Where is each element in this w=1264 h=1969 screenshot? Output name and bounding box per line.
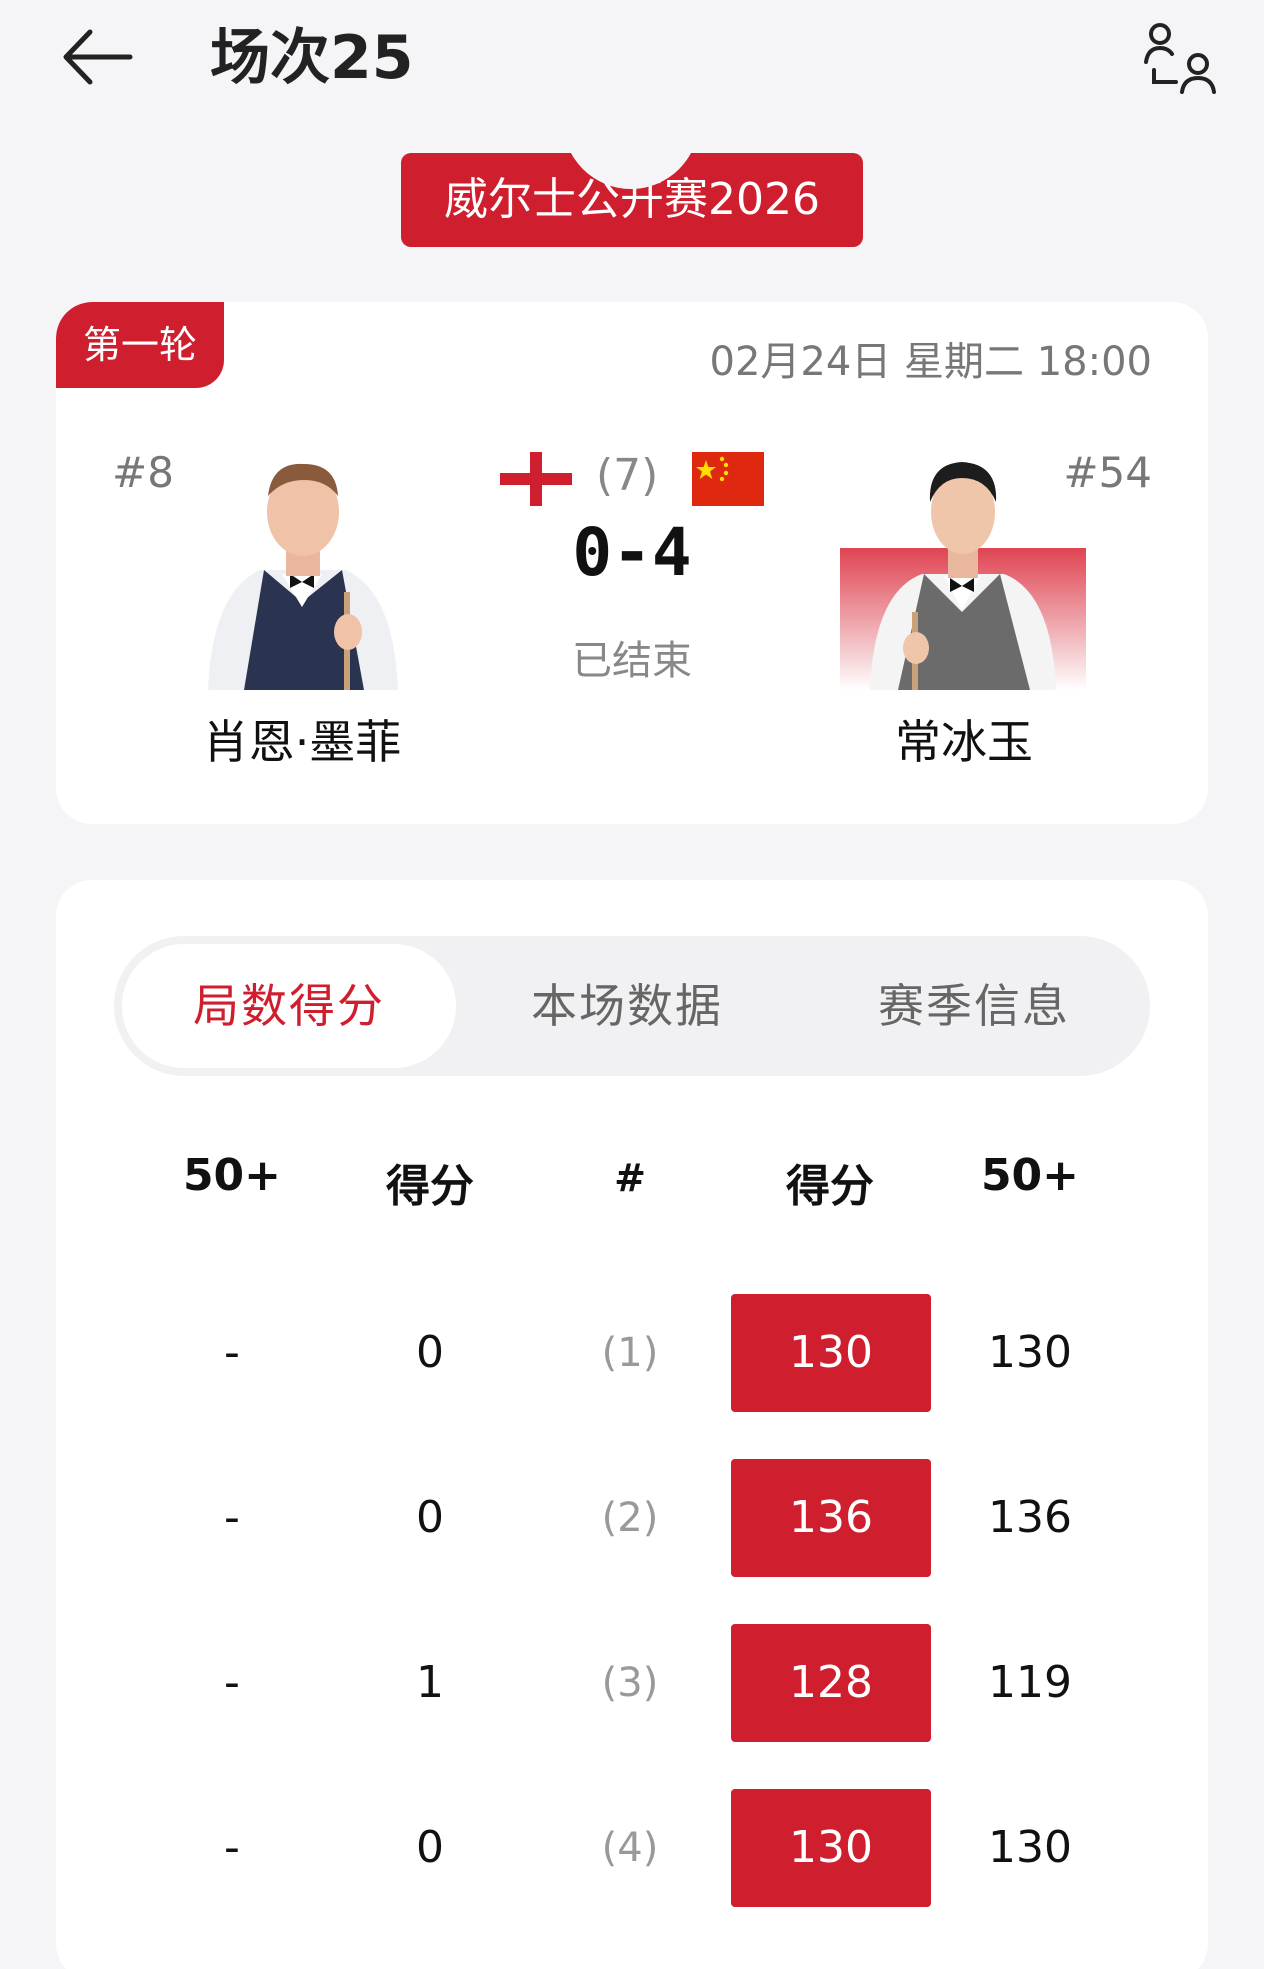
match-status: 已结束 (572, 638, 692, 684)
player-avatar-illustration (870, 462, 1056, 690)
left-50plus-cell: - (224, 1657, 240, 1708)
column-header-frame: # (614, 1156, 646, 1200)
left-score-cell: 0 (416, 1327, 444, 1378)
right-score-cell: 128 (731, 1624, 931, 1742)
back-button[interactable] (58, 22, 138, 92)
right-score-cell: 130 (731, 1789, 931, 1907)
seed-number: (7) (596, 450, 659, 501)
frame-number-cell: (3) (601, 1660, 659, 1706)
arrow-left-icon (63, 29, 133, 85)
right-50plus-cell: 130 (988, 1327, 1072, 1378)
match-card[interactable]: 第一轮 02月24日 星期二 18:00 #8 #54 肖恩·墨菲 常冰玉 (7… (56, 302, 1208, 824)
left-score-cell: 0 (416, 1822, 444, 1873)
right-score-cell: 136 (731, 1459, 931, 1577)
table-row[interactable]: - 0 (1) 130 130 (56, 1294, 1208, 1412)
stats-card: 局数得分 本场数据 赛季信息 50+ 得分 # 得分 50+ - 0 (1) 1… (56, 880, 1208, 1969)
left-player-photo[interactable] (198, 442, 408, 690)
column-header-right-score: 得分 (786, 1161, 874, 1212)
left-player-rank: #8 (112, 448, 174, 497)
england-flag-icon (500, 452, 572, 506)
table-row[interactable]: - 0 (4) 130 130 (56, 1789, 1208, 1907)
right-player-photo[interactable] (840, 442, 1086, 690)
right-50plus-cell: 136 (988, 1492, 1072, 1543)
column-header-left-score: 得分 (386, 1161, 474, 1212)
match-score: 0-4 (572, 514, 692, 591)
frame-number-cell: (2) (601, 1495, 659, 1541)
tab-bar: 局数得分 本场数据 赛季信息 (114, 936, 1150, 1076)
right-50plus-cell: 130 (988, 1822, 1072, 1873)
left-50plus-cell: - (224, 1327, 240, 1378)
left-player-name[interactable]: 肖恩·墨菲 (152, 706, 452, 772)
frame-number-cell: (1) (601, 1330, 659, 1376)
column-header-left-50plus: 50+ (182, 1150, 282, 1201)
users-icon (1144, 23, 1216, 94)
right-player-name[interactable]: 常冰玉 (826, 706, 1102, 772)
top-bar: 场次25 (0, 0, 1264, 120)
left-score-cell: 0 (416, 1492, 444, 1543)
tab-season-info[interactable]: 赛季信息 (798, 936, 1150, 1076)
table-row[interactable]: - 0 (2) 136 136 (56, 1459, 1208, 1577)
left-50plus-cell: - (224, 1492, 240, 1543)
left-50plus-cell: - (224, 1822, 240, 1873)
tab-frame-scores[interactable]: 局数得分 (122, 944, 456, 1068)
right-50plus-cell: 119 (988, 1657, 1072, 1708)
player-avatar-illustration (208, 463, 398, 690)
left-score-cell: 1 (416, 1657, 444, 1708)
users-button[interactable] (1136, 14, 1224, 98)
table-row[interactable]: - 1 (3) 128 119 (56, 1624, 1208, 1742)
page-title: 场次25 (210, 23, 414, 93)
tab-match-stats[interactable]: 本场数据 (456, 936, 798, 1076)
tournament-banner[interactable]: 威尔士公开赛2026 (401, 153, 863, 247)
column-header-right-50plus: 50+ (980, 1150, 1080, 1201)
frame-number-cell: (4) (601, 1825, 659, 1871)
right-score-cell: 130 (731, 1294, 931, 1412)
round-badge: 第一轮 (56, 302, 224, 388)
china-flag-icon (692, 452, 764, 506)
match-datetime: 02月24日 星期二 18:00 (709, 339, 1153, 385)
